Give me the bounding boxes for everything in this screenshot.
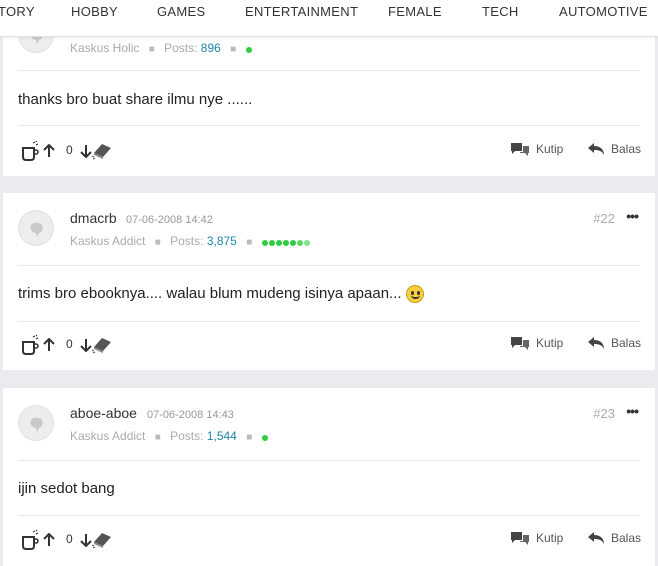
nav-item-hobby[interactable]: HOBBY bbox=[71, 4, 118, 19]
quote-icon bbox=[511, 143, 529, 156]
user-rank: Kaskus Addict bbox=[70, 234, 146, 248]
user-meta: Kaskus Addict ■ Posts: 1,544 ■ bbox=[70, 429, 269, 444]
post-body: trims bro ebooknya.... walau blum mudeng… bbox=[18, 285, 424, 304]
reply-button[interactable]: Balas bbox=[587, 530, 641, 546]
posts-count[interactable]: 3,875 bbox=[207, 234, 237, 248]
vote-count: 0 bbox=[66, 337, 73, 351]
quote-label: Kutip bbox=[536, 142, 564, 156]
quote-label: Kutip bbox=[536, 531, 564, 545]
reputation-dots bbox=[245, 42, 253, 56]
nav-item-tech[interactable]: TECH bbox=[482, 4, 519, 19]
separator: ■ bbox=[246, 237, 253, 248]
reply-label: Balas bbox=[611, 531, 642, 545]
post-date: 07-06-2008 14:42 bbox=[126, 214, 213, 226]
post-actions: 0 Kutip Balas bbox=[21, 335, 641, 357]
reply-button[interactable]: Balas bbox=[587, 335, 641, 351]
quote-button[interactable]: Kutip bbox=[510, 335, 563, 351]
user-rank: Kaskus Addict bbox=[70, 429, 146, 443]
divider bbox=[18, 515, 640, 516]
divider bbox=[18, 70, 640, 71]
separator: ■ bbox=[230, 44, 237, 55]
reputation-dots bbox=[261, 430, 269, 444]
bata-icon[interactable] bbox=[91, 142, 113, 160]
user-avatar-icon bbox=[30, 222, 43, 237]
cendol-icon[interactable] bbox=[21, 141, 41, 161]
category-nav: TORY HOBBY GAMES ENTERTAINMENT FEMALE TE… bbox=[0, 0, 658, 37]
quote-button[interactable]: Kutip bbox=[510, 141, 563, 157]
quote-label: Kutip bbox=[536, 336, 564, 350]
more-options-icon[interactable]: ••• bbox=[626, 208, 639, 224]
nav-item-female[interactable]: FEMALE bbox=[388, 4, 442, 19]
vote-count: 0 bbox=[66, 532, 73, 546]
post-number[interactable]: #23 bbox=[593, 406, 615, 421]
post-body-text: trims bro ebooknya.... walau blum mudeng… bbox=[18, 285, 402, 302]
user-avatar-icon bbox=[30, 417, 43, 432]
avatar[interactable] bbox=[18, 405, 54, 441]
nav-item-games[interactable]: GAMES bbox=[157, 4, 205, 19]
post-card: aboe-aboe 07-06-2008 14:43 #23 ••• Kasku… bbox=[3, 388, 655, 566]
nav-item-automotive[interactable]: AUTOMOTIVE bbox=[559, 4, 648, 19]
reputation-dots bbox=[261, 235, 311, 249]
reply-icon bbox=[588, 143, 604, 155]
avatar[interactable] bbox=[18, 210, 54, 246]
reply-button[interactable]: Balas bbox=[587, 141, 641, 157]
post-card: dmacrb 07-06-2008 14:42 #22 ••• Kaskus A… bbox=[3, 193, 655, 370]
user-meta: Kaskus Addict ■ Posts: 3,875 ■ bbox=[70, 234, 311, 249]
more-options-icon[interactable]: ••• bbox=[626, 403, 639, 419]
post-date: 07-06-2008 14:43 bbox=[147, 409, 234, 421]
posts-count[interactable]: 1,544 bbox=[207, 429, 237, 443]
posts-label: Posts: bbox=[164, 41, 198, 55]
post-body: ijin sedot bang bbox=[18, 480, 115, 497]
reply-label: Balas bbox=[611, 142, 642, 156]
separator: ■ bbox=[154, 237, 161, 248]
separator: ■ bbox=[148, 44, 155, 55]
divider bbox=[18, 265, 640, 266]
separator: ■ bbox=[246, 432, 253, 443]
cendol-icon[interactable] bbox=[21, 335, 41, 355]
nav-item-story[interactable]: TORY bbox=[0, 4, 35, 19]
nav-item-entertainment[interactable]: ENTERTAINMENT bbox=[245, 4, 358, 19]
posts-count[interactable]: 896 bbox=[201, 41, 221, 55]
post-actions: 0 Kutip Balas bbox=[21, 141, 641, 163]
post-body: thanks bro buat share ilmu nye ...... bbox=[18, 91, 253, 108]
divider bbox=[18, 460, 640, 461]
user-rank: Kaskus Holic bbox=[70, 41, 140, 55]
arrow-up-icon[interactable] bbox=[43, 338, 55, 352]
username[interactable]: dmacrb bbox=[70, 210, 117, 226]
cendol-icon[interactable] bbox=[21, 530, 41, 550]
reply-icon bbox=[588, 337, 604, 349]
bata-icon[interactable] bbox=[91, 336, 113, 354]
reply-icon bbox=[588, 532, 604, 544]
divider bbox=[18, 321, 640, 322]
reply-label: Balas bbox=[611, 336, 642, 350]
posts-label: Posts: bbox=[170, 234, 204, 248]
username[interactable]: aboe-aboe bbox=[70, 405, 137, 421]
arrow-up-icon[interactable] bbox=[43, 533, 55, 547]
post-number[interactable]: #22 bbox=[593, 211, 615, 226]
post-actions: 0 Kutip Balas bbox=[21, 530, 641, 552]
smiley-icon bbox=[405, 285, 424, 304]
vote-count: 0 bbox=[66, 143, 73, 157]
quote-button[interactable]: Kutip bbox=[510, 530, 563, 546]
divider bbox=[18, 125, 640, 126]
separator: ■ bbox=[154, 432, 161, 443]
bata-icon[interactable] bbox=[91, 531, 113, 549]
user-meta: Kaskus Holic ■ Posts: 896 ■ bbox=[70, 41, 253, 56]
arrow-up-icon[interactable] bbox=[43, 144, 55, 158]
posts-label: Posts: bbox=[170, 429, 204, 443]
quote-icon bbox=[511, 532, 529, 545]
quote-icon bbox=[511, 337, 529, 350]
